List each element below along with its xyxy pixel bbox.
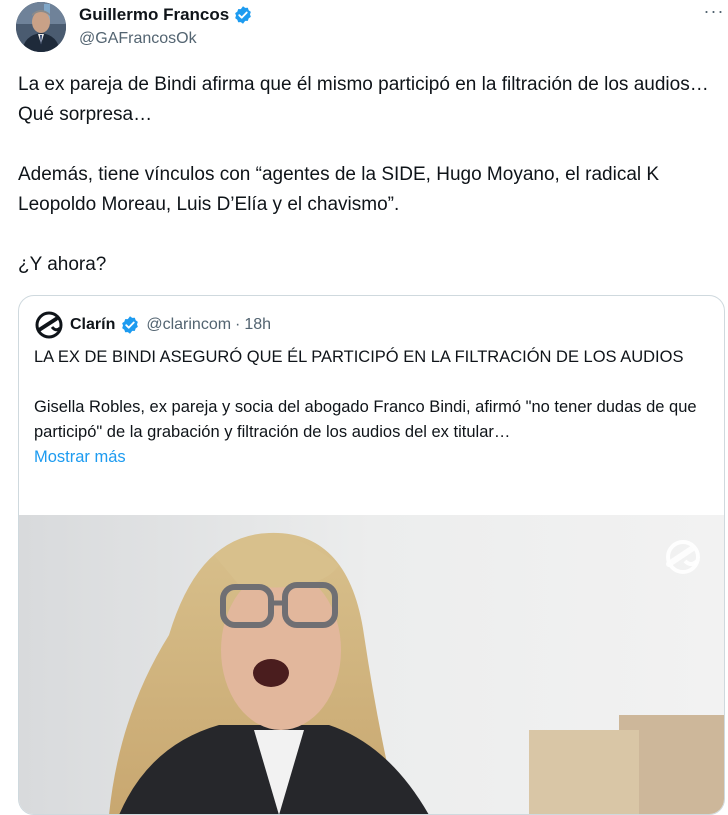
- quoted-tweet[interactable]: Clarín @clarincom · 18h LA EX DE BINDI A…: [18, 295, 725, 815]
- author-display-name[interactable]: Guillermo Francos: [79, 5, 229, 25]
- author-name-row[interactable]: Guillermo Francos: [79, 4, 253, 26]
- author-handle[interactable]: @GAFrancosOk: [79, 30, 197, 48]
- show-more-link[interactable]: Mostrar más: [34, 448, 126, 466]
- tweet: Guillermo Francos @GAFrancosOk ··· La ex…: [0, 0, 728, 815]
- quoted-verified-badge-icon: [120, 315, 140, 335]
- avatar[interactable]: [16, 2, 66, 52]
- quoted-tweet-text: LA EX DE BINDI ASEGURÓ QUE ÉL PARTICIPÓ …: [34, 345, 714, 470]
- avatar-image: [16, 2, 66, 52]
- quoted-media-video[interactable]: [19, 515, 724, 814]
- quoted-text-body: LA EX DE BINDI ASEGURÓ QUE ÉL PARTICIPÓ …: [34, 348, 697, 441]
- quoted-separator: ·: [235, 316, 241, 333]
- tweet-text: La ex pareja de Bindi afirma que él mism…: [18, 74, 709, 275]
- quoted-handle[interactable]: @clarincom: [146, 316, 231, 334]
- clarin-watermark-icon: [663, 537, 703, 577]
- quoted-timestamp[interactable]: 18h: [244, 316, 271, 334]
- more-options-icon[interactable]: ···: [699, 2, 728, 24]
- verified-badge-icon: [233, 5, 253, 25]
- clarin-logo-icon: [34, 310, 64, 340]
- video-thumbnail: [19, 515, 724, 814]
- quoted-display-name[interactable]: Clarín: [70, 316, 115, 334]
- quoted-tweet-header: Clarín @clarincom · 18h: [33, 311, 271, 339]
